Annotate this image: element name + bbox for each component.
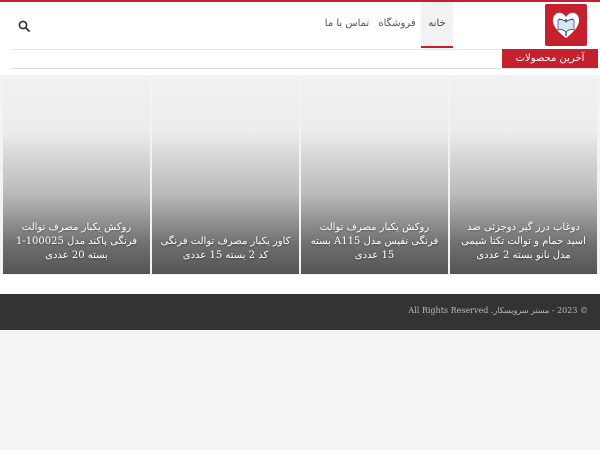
- product-card[interactable]: روکش یکبار مصرف توالت فرنگی پاکند مدل 10…: [3, 76, 150, 274]
- search-icon: [18, 20, 30, 32]
- content-bottom-spacer: [0, 275, 600, 294]
- product-title[interactable]: کاور یکبار مصرف توالت فرنگی کد 2 بسته 15…: [160, 235, 291, 263]
- product-card[interactable]: روکش یکبار مصرف توالت فرنگی نفیس مدل A11…: [301, 76, 448, 274]
- site-logo[interactable]: [545, 4, 587, 46]
- search-button[interactable]: [17, 18, 31, 32]
- product-card[interactable]: کاور یکبار مصرف توالت فرنگی کد 2 بسته 15…: [152, 76, 299, 274]
- section-divider: [12, 68, 598, 69]
- product-card[interactable]: دوغاب درز گیر دوجزئی ضد اسید حمام و توال…: [450, 76, 597, 274]
- nav-shop-label: فروشگاه: [378, 18, 416, 29]
- nav-home-label: خانه: [428, 18, 446, 29]
- product-title[interactable]: روکش یکبار مصرف توالت فرنگی پاکند مدل 10…: [11, 221, 142, 263]
- product-grid: دوغاب درز گیر دوجزئی ضد اسید حمام و توال…: [3, 76, 597, 274]
- heart-book-icon: [552, 12, 580, 38]
- nav-shop[interactable]: فروشگاه: [376, 2, 418, 48]
- nav-home[interactable]: خانه: [421, 2, 453, 48]
- site-footer: © 2023 - مستر سرویسکار. All Rights Reser…: [0, 294, 600, 330]
- page-background: [0, 330, 600, 450]
- product-title[interactable]: روکش یکبار مصرف توالت فرنگی نفیس مدل A11…: [309, 221, 440, 263]
- nav-contact[interactable]: تماس با ما: [322, 2, 372, 48]
- copyright-text: © 2023 - مستر سرویسکار. All Rights Reser…: [408, 306, 588, 315]
- product-title[interactable]: دوغاب درز گیر دوجزئی ضد اسید حمام و توال…: [458, 221, 589, 263]
- latest-products-tab[interactable]: آخرین محصولات: [502, 49, 598, 68]
- nav-contact-label: تماس با ما: [324, 18, 370, 29]
- section-title: آخرین محصولات: [515, 53, 585, 64]
